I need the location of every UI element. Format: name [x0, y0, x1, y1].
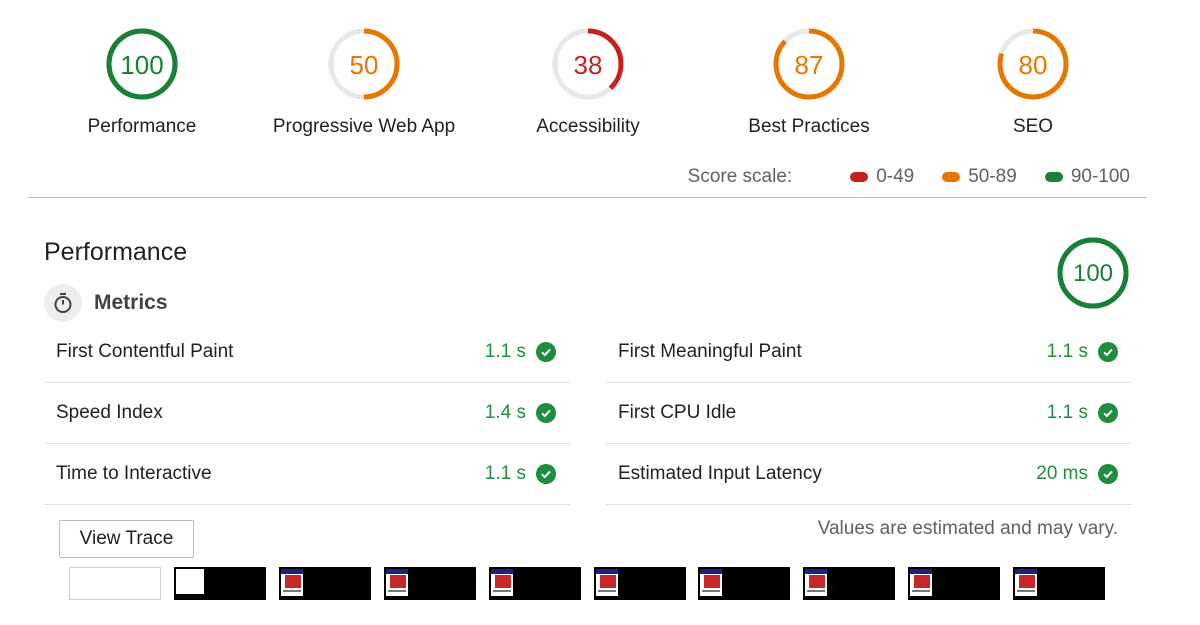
check-circle-icon: [536, 403, 556, 423]
gauge-performance[interactable]: 100 Performance: [22, 26, 262, 138]
metric-row: First Contentful Paint 1.1 s: [44, 322, 570, 383]
performance-score-gauge: 100: [1055, 235, 1131, 316]
filmstrip-frame: [698, 567, 791, 600]
metric-value: 1.1 s: [1047, 341, 1118, 363]
gauge-label: Best Practices: [748, 116, 870, 137]
gauge-ring: 80: [997, 28, 1069, 100]
gauge-seo[interactable]: 80 SEO: [913, 26, 1153, 138]
scale-swatch: [850, 172, 869, 182]
metric-name: First CPU Idle: [618, 402, 737, 423]
view-trace-button[interactable]: View Trace: [59, 520, 194, 558]
score-scale: Score scale: 0-49 50-89 90-100: [688, 166, 1130, 188]
metric-number: 1.1 s: [1046, 402, 1088, 423]
filmstrip-frame: [488, 567, 581, 600]
scale-range-label: 90-100: [1070, 166, 1130, 187]
gauge-label: SEO: [1012, 116, 1054, 137]
metrics-column-right: First Meaningful Paint 1.1 s First CPU I…: [606, 322, 1132, 505]
gauge-label: Accessibility: [536, 116, 640, 137]
metric-name: First Contentful Paint: [56, 341, 234, 362]
gauge-score: 50: [350, 50, 379, 80]
filmstrip-frame: [383, 567, 476, 600]
filmstrip-frame: [1013, 567, 1106, 600]
gauge-score: 38: [574, 50, 603, 80]
gauge-best-practices[interactable]: 87 Best Practices: [689, 26, 929, 138]
metric-name: Speed Index: [56, 402, 163, 423]
metric-row: Time to Interactive 1.1 s: [44, 444, 570, 505]
metric-number: 1.1 s: [484, 463, 526, 484]
gauge-accessibility[interactable]: 38 Accessibility: [468, 26, 708, 138]
filmstrip-frame: [69, 567, 161, 600]
gauge-ring: 100: [1057, 237, 1129, 309]
metric-row: First Meaningful Paint 1.1 s: [606, 322, 1132, 383]
filmstrip-frame: [803, 567, 896, 600]
estimate-note: Values are estimated and may vary.: [817, 518, 1118, 539]
scale-range-label: 50-89: [968, 166, 1017, 187]
check-circle-icon: [536, 342, 556, 362]
gauge-ring: 100: [106, 28, 178, 100]
filmstrip-frame: [278, 567, 371, 600]
filmstrip: [69, 567, 1109, 602]
scale-range-pass: 90-100: [1044, 166, 1130, 188]
metric-value: 1.1 s: [1047, 402, 1118, 424]
gauge-ring: 50: [328, 28, 400, 100]
gauge-score: 100: [120, 50, 163, 80]
filmstrip-frame: [908, 567, 1001, 600]
metrics-header: Metrics: [44, 284, 168, 322]
metric-number: 1.1 s: [484, 341, 526, 362]
gauge-label: Performance: [87, 116, 197, 137]
metric-row: Speed Index 1.4 s: [44, 383, 570, 444]
section-title: Performance: [44, 238, 188, 266]
metric-value: 20 ms: [1036, 463, 1118, 485]
scale-range-average: 50-89: [942, 166, 1017, 188]
check-circle-icon: [1098, 342, 1118, 362]
filmstrip-frame: [593, 567, 686, 600]
metric-number: 20 ms: [1036, 463, 1088, 484]
metric-value: 1.1 s: [485, 341, 556, 363]
scale-swatch: [1044, 172, 1063, 182]
metric-number: 1.4 s: [484, 402, 526, 423]
category-gauges: 100 Performance 50 Progressive Web App 3…: [0, 26, 1200, 146]
check-circle-icon: [1098, 403, 1118, 423]
gauge-ring: 38: [552, 28, 624, 100]
stopwatch-icon: [44, 284, 82, 322]
metric-value: 1.1 s: [485, 463, 556, 485]
check-circle-icon: [1098, 464, 1118, 484]
scale-range-label: 0-49: [876, 166, 915, 187]
gauge-score: 80: [1019, 50, 1048, 80]
section-divider: [28, 197, 1147, 198]
gauge-pwa[interactable]: 50 Progressive Web App: [244, 26, 484, 138]
metric-number: 1.1 s: [1046, 341, 1088, 362]
metric-name: Estimated Input Latency: [618, 463, 822, 484]
metric-value: 1.4 s: [485, 402, 556, 424]
filmstrip-frame: [173, 567, 266, 600]
gauge-score: 100: [1073, 260, 1113, 287]
metric-name: Time to Interactive: [56, 463, 212, 484]
metric-row: Estimated Input Latency 20 ms: [606, 444, 1132, 505]
metrics-title: Metrics: [94, 291, 168, 314]
score-scale-label: Score scale:: [687, 166, 793, 187]
gauge-ring: 87: [773, 28, 845, 100]
metric-name: First Meaningful Paint: [618, 341, 802, 362]
check-circle-icon: [536, 464, 556, 484]
gauge-label: Progressive Web App: [272, 116, 456, 137]
metrics-column-left: First Contentful Paint 1.1 s Speed Index…: [44, 322, 570, 505]
scale-range-fail: 0-49: [850, 166, 914, 188]
metric-row: First CPU Idle 1.1 s: [606, 383, 1132, 444]
scale-swatch: [942, 172, 961, 182]
gauge-score: 87: [795, 50, 824, 80]
